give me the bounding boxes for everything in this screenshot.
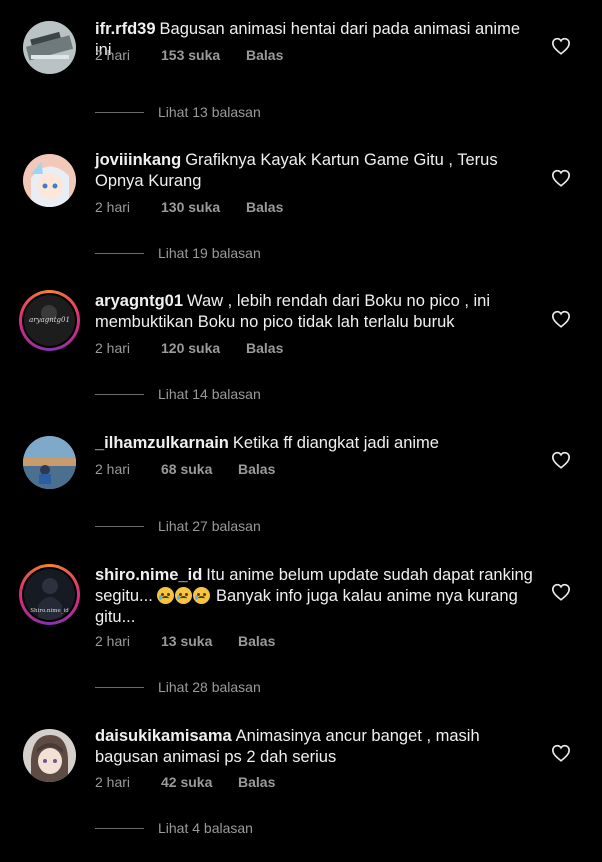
avatar-story-ring[interactable]: aryagntg01 (19, 290, 80, 351)
avatar-image (23, 21, 76, 74)
view-replies[interactable]: Lihat 14 balasan (95, 386, 261, 402)
comment-meta: 2 hari 42 suka Balas (95, 774, 275, 790)
heart-outline-icon[interactable] (551, 744, 571, 762)
reply-button[interactable]: Balas (246, 47, 283, 63)
view-replies-label[interactable]: Lihat 13 balasan (158, 104, 261, 120)
avatar-image (23, 436, 76, 489)
avatar[interactable] (23, 154, 76, 207)
reply-button[interactable]: Balas (246, 340, 283, 356)
comment-time: 2 hari (95, 199, 131, 215)
comment-likes[interactable]: 120 suka (161, 340, 246, 356)
view-replies-label[interactable]: Lihat 28 balasan (158, 679, 261, 695)
comment-likes[interactable]: 68 suka (161, 461, 238, 477)
view-replies-label[interactable]: Lihat 4 balasan (158, 820, 253, 836)
view-replies[interactable]: Lihat 27 balasan (95, 518, 261, 534)
avatar: Shiro.nime_id (24, 569, 75, 620)
comment-username[interactable]: ifr.rfd39 (95, 20, 156, 38)
heart-outline-icon[interactable] (551, 169, 571, 187)
avatar-ring-inner: aryagntg01 (22, 293, 77, 348)
heart-outline-icon[interactable] (551, 310, 571, 328)
comment-time: 2 hari (95, 633, 131, 649)
crying-face-icon (193, 587, 211, 604)
replies-divider (95, 111, 144, 113)
comment-meta: 2 hari 68 suka Balas (95, 461, 275, 477)
comment-meta: 2 hari 120 suka Balas (95, 340, 283, 356)
comment-text: joviiinkang Grafiknya Kayak Kartun Game G… (95, 150, 535, 192)
comment-time: 2 hari (95, 774, 131, 790)
heart-outline-icon[interactable] (551, 37, 571, 55)
comment-time: 2 hari (95, 47, 131, 63)
comment-username[interactable]: aryagntg01 (95, 292, 183, 310)
avatar-logo-text: Shiro.nime_id (30, 608, 69, 614)
replies-divider (95, 252, 144, 254)
avatar-image (23, 154, 76, 207)
reply-button[interactable]: Balas (238, 461, 275, 477)
comment-likes[interactable]: 130 suka (161, 199, 246, 215)
avatar[interactable] (23, 21, 76, 74)
comment-likes[interactable]: 153 suka (161, 47, 246, 63)
replies-divider (95, 393, 144, 395)
comment-text: daisukikamisama Animasinya ancur banget ,… (95, 726, 535, 768)
comment-username[interactable]: shiro.nime_id (95, 566, 202, 584)
view-replies[interactable]: Lihat 13 balasan (95, 104, 261, 120)
crying-face-icon (175, 587, 193, 604)
reply-button[interactable]: Balas (238, 633, 275, 649)
view-replies-label[interactable]: Lihat 27 balasan (158, 518, 261, 534)
comment-username[interactable]: daisukikamisama (95, 727, 232, 745)
comment-likes[interactable]: 13 suka (161, 633, 238, 649)
comment-username[interactable]: joviiinkang (95, 151, 181, 169)
replies-divider (95, 525, 144, 527)
heart-outline-icon[interactable] (551, 451, 571, 469)
view-replies-label[interactable]: Lihat 14 balasan (158, 386, 261, 402)
comment-text: _ilhamzulkarnain Ketika ff diangkat jadi … (95, 433, 535, 454)
view-replies-label[interactable]: Lihat 19 balasan (158, 245, 261, 261)
comment-meta: 2 hari 153 suka Balas (95, 47, 283, 63)
replies-divider (95, 827, 144, 829)
view-replies[interactable]: Lihat 19 balasan (95, 245, 261, 261)
reply-button[interactable]: Balas (246, 199, 283, 215)
comment-meta: 2 hari 130 suka Balas (95, 199, 283, 215)
comment-body: Ketika ff diangkat jadi anime (232, 434, 439, 452)
crying-face-icon (157, 587, 175, 604)
avatar[interactable] (23, 436, 76, 489)
comment-text: aryagntg01 Waw , lebih rendah dari Boku n… (95, 291, 535, 333)
heart-outline-icon[interactable] (551, 583, 571, 601)
avatar-logo-text: aryagntg01 (29, 316, 70, 324)
reply-button[interactable]: Balas (238, 774, 275, 790)
avatar-ring-inner: Shiro.nime_id (22, 567, 77, 622)
avatar: aryagntg01 (24, 295, 75, 346)
view-replies[interactable]: Lihat 4 balasan (95, 820, 253, 836)
comment-time: 2 hari (95, 461, 131, 477)
avatar-image (23, 729, 76, 782)
view-replies[interactable]: Lihat 28 balasan (95, 679, 261, 695)
comment-username[interactable]: _ilhamzulkarnain (95, 434, 229, 452)
avatar[interactable] (23, 729, 76, 782)
avatar-story-ring[interactable]: Shiro.nime_id (19, 564, 80, 625)
comment-meta: 2 hari 13 suka Balas (95, 633, 275, 649)
replies-divider (95, 686, 144, 688)
comment-time: 2 hari (95, 340, 131, 356)
comment-likes[interactable]: 42 suka (161, 774, 238, 790)
comment-text: shiro.nime_id Itu anime belum update suda… (95, 565, 535, 628)
